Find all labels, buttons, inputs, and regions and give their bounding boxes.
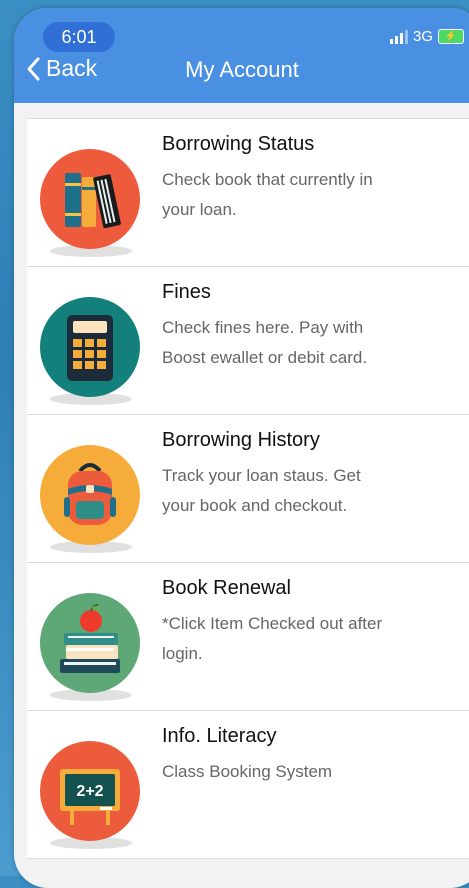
calculator-icon xyxy=(40,297,142,407)
phone-screen: 6:01 3G ⚡ Back My Account Borrowing Stat… xyxy=(14,8,469,888)
item-title: Fines xyxy=(162,281,211,303)
menu-item-fines[interactable]: Fines Check fines here. Pay with Boost e… xyxy=(27,267,469,415)
item-desc-line: Class Booking System xyxy=(162,762,333,781)
menu-item-borrowing-history[interactable]: Borrowing History Track your loan staus.… xyxy=(27,415,469,563)
item-title: Book Renewal xyxy=(162,577,291,599)
backpack-icon xyxy=(40,445,142,555)
menu-item-book-renewal[interactable]: Book Renewal *Click Item Checked out aft… xyxy=(27,563,469,711)
apple-books-icon xyxy=(40,593,142,703)
item-desc-line: login. xyxy=(162,644,203,663)
item-description: Class Booking System xyxy=(162,757,469,787)
item-description: *Click Item Checked out after login. xyxy=(162,609,469,669)
item-description: Check book that currently in your loan. xyxy=(162,165,469,225)
books-icon xyxy=(40,149,142,259)
signal-icon xyxy=(389,29,408,44)
battery-icon: ⚡ xyxy=(438,29,464,44)
item-desc-line: your book and checkout. xyxy=(162,496,348,515)
item-desc-line: Check fines here. Pay with xyxy=(162,318,364,337)
item-title: Borrowing History xyxy=(162,429,320,451)
item-desc-line: your loan. xyxy=(162,200,237,219)
status-indicators: 3G ⚡ xyxy=(389,28,464,45)
item-title: Borrowing Status xyxy=(162,133,315,155)
status-time: 6:01 xyxy=(43,22,115,52)
menu-item-info-literacy[interactable]: 2+2 Info. Literacy Class Booking System xyxy=(27,711,469,859)
navigation-bar: 6:01 3G ⚡ Back My Account xyxy=(14,8,469,103)
item-description: Track your loan staus. Get your book and… xyxy=(162,461,469,521)
chalkboard-icon: 2+2 xyxy=(40,741,142,851)
menu-item-borrowing-status[interactable]: Borrowing Status Check book that current… xyxy=(27,119,469,267)
network-type: 3G xyxy=(412,28,433,45)
page-title: My Account xyxy=(185,57,299,82)
item-title: Info. Literacy xyxy=(162,725,277,747)
item-desc-line: Track your loan staus. Get xyxy=(162,466,361,485)
menu-list: Borrowing Status Check book that current… xyxy=(27,118,469,859)
item-desc-line: Check book that currently in xyxy=(162,170,373,189)
svg-text:2+2: 2+2 xyxy=(76,783,103,800)
item-desc-line: Boost ewallet or debit card. xyxy=(162,348,368,367)
item-desc-line: *Click Item Checked out after xyxy=(162,614,383,633)
item-description: Check fines here. Pay with Boost ewallet… xyxy=(162,313,469,373)
